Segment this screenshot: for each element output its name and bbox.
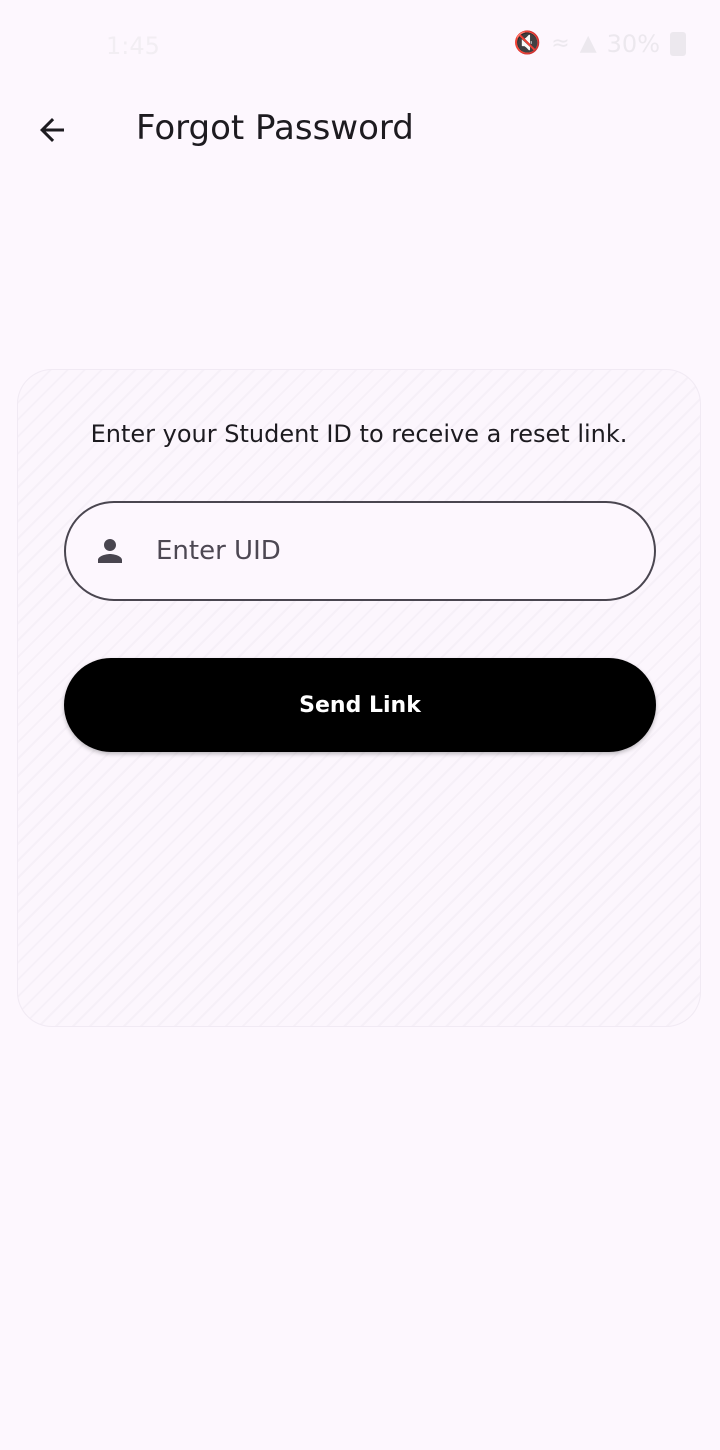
uid-input[interactable] — [154, 535, 638, 567]
uid-field[interactable] — [64, 501, 656, 601]
reset-card: Enter your Student ID to receive a reset… — [18, 370, 700, 1026]
instruction-text: Enter your Student ID to receive a reset… — [90, 420, 628, 448]
status-time: 1:45 — [106, 32, 160, 60]
battery-percentage: 30% — [606, 30, 660, 58]
status-bar: 1:45 🔇 ≈ ▲ 30% — [0, 0, 720, 90]
status-icons: 🔇 ≈ ▲ 30% — [514, 30, 686, 58]
signal-icon: ▲ — [579, 31, 597, 56]
arrow-left-icon — [40, 118, 64, 142]
battery-icon — [670, 32, 686, 56]
back-button[interactable] — [22, 104, 82, 156]
page-title: Forgot Password — [136, 108, 414, 148]
mute-icon: 🔇 — [513, 31, 542, 56]
person-icon — [92, 533, 128, 569]
wifi-icon: ≈ — [551, 31, 570, 56]
app-bar: Forgot Password — [0, 90, 720, 170]
send-link-button[interactable]: Send Link — [64, 658, 656, 752]
